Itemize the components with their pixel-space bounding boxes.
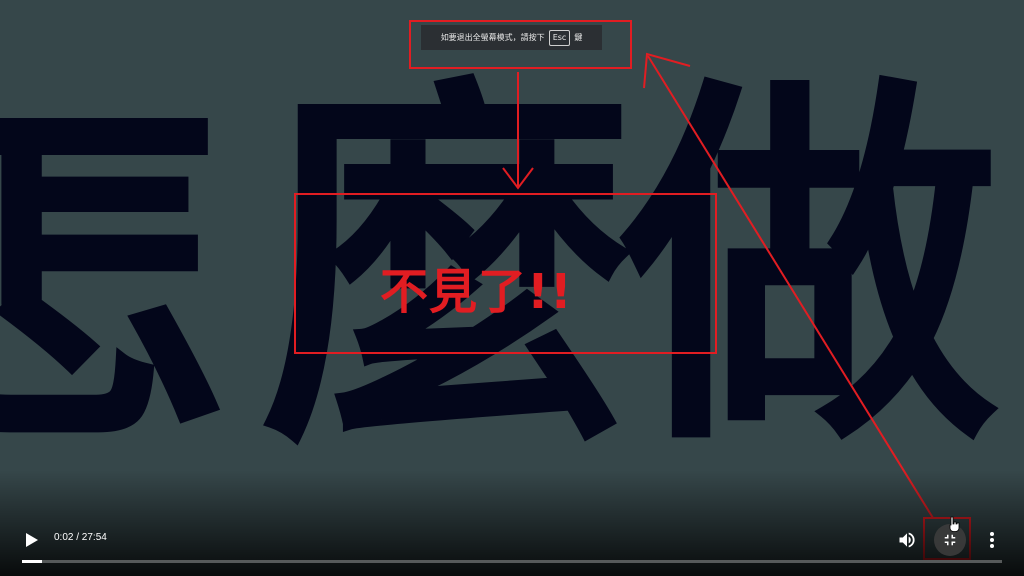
time-display: 0:02 / 27:54 — [54, 532, 107, 543]
more-vert-icon — [990, 532, 994, 548]
progress-bar[interactable] — [22, 560, 1002, 563]
play-button[interactable] — [20, 528, 44, 552]
play-icon — [26, 533, 38, 547]
volume-button[interactable] — [894, 527, 920, 553]
more-options-button[interactable] — [982, 527, 1002, 553]
arrow-diagonal-shaft — [647, 55, 934, 519]
exit-fullscreen-icon — [944, 534, 956, 546]
video-frame[interactable]: 怎 麼 做 如要退出全螢幕模式，請按下 Esc 鍵 不見了!! 0:02 / 2… — [0, 0, 1024, 576]
hand-cursor-icon — [949, 516, 960, 532]
progress-fill — [22, 560, 42, 563]
player-controls: 0:02 / 27:54 — [0, 520, 1024, 560]
volume-icon — [899, 532, 915, 548]
